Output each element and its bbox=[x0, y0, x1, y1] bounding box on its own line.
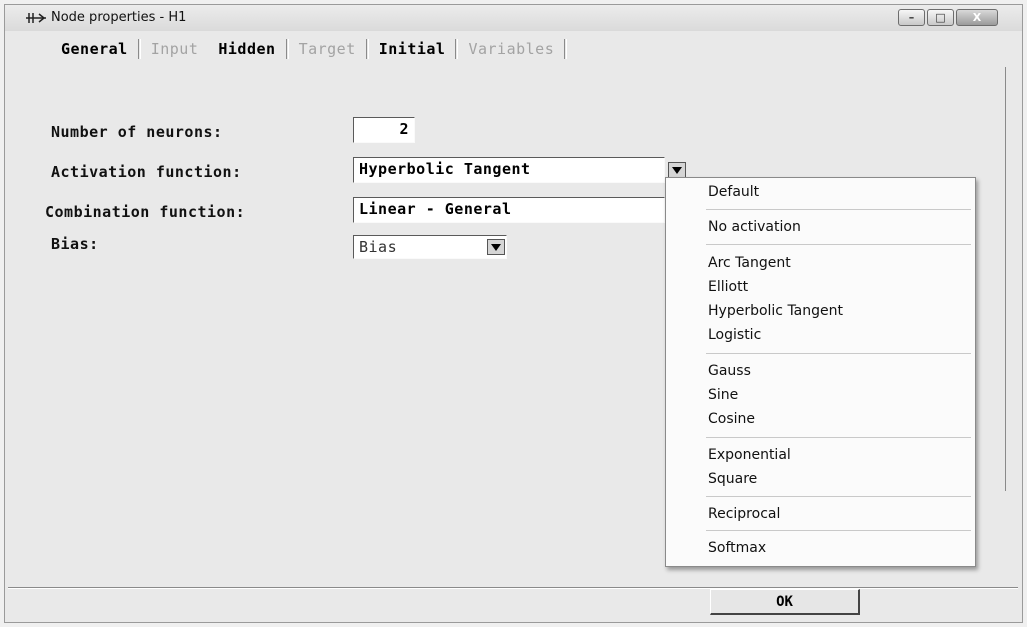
bias-label: Bias: bbox=[51, 235, 99, 253]
menu-separator bbox=[706, 496, 971, 497]
menu-item-exponential[interactable]: Exponential bbox=[708, 447, 791, 463]
tab-target[interactable]: Target bbox=[289, 40, 366, 58]
menu-separator bbox=[706, 209, 971, 210]
menu-separator bbox=[706, 353, 971, 354]
activation-dropdown-arrow-icon[interactable] bbox=[668, 162, 686, 178]
combination-label: Combination function: bbox=[45, 203, 246, 221]
menu-separator bbox=[706, 530, 971, 531]
node-properties-window: Node properties - H1 – □ X General Input… bbox=[4, 4, 1023, 623]
tab-input[interactable]: Input bbox=[141, 40, 209, 58]
tab-bar: General Input Hidden Target Initial Vari… bbox=[51, 35, 568, 63]
menu-item-softmax[interactable]: Softmax bbox=[708, 540, 766, 556]
maximize-button[interactable]: □ bbox=[927, 9, 954, 26]
menu-item-square[interactable]: Square bbox=[708, 471, 757, 487]
menu-separator bbox=[706, 244, 971, 245]
menu-item-gauss[interactable]: Gauss bbox=[708, 363, 751, 379]
neurons-label: Number of neurons: bbox=[51, 123, 223, 141]
activation-dropdown-menu: Default No activation Arc Tangent Elliot… bbox=[665, 177, 976, 567]
bias-select[interactable]: Bias bbox=[353, 235, 507, 259]
bias-dropdown-arrow-icon[interactable] bbox=[487, 239, 505, 255]
tab-hidden[interactable]: Hidden bbox=[208, 40, 285, 58]
footer-divider bbox=[8, 587, 1018, 589]
menu-item-default[interactable]: Default bbox=[708, 184, 759, 200]
tab-initial[interactable]: Initial bbox=[369, 40, 456, 58]
combination-select[interactable]: Linear - General bbox=[353, 197, 665, 223]
close-button[interactable]: X bbox=[956, 9, 998, 26]
tab-separator bbox=[564, 39, 568, 59]
menu-item-no-activation[interactable]: No activation bbox=[708, 219, 801, 235]
neurons-input[interactable]: 2 bbox=[353, 117, 415, 143]
ok-button[interactable]: OK bbox=[710, 589, 860, 615]
menu-item-logistic[interactable]: Logistic bbox=[708, 327, 761, 343]
title-bar[interactable]: Node properties - H1 – □ X bbox=[5, 5, 1022, 31]
menu-item-cosine[interactable]: Cosine bbox=[708, 411, 755, 427]
activation-label: Activation function: bbox=[51, 163, 242, 181]
node-app-icon bbox=[26, 13, 46, 23]
menu-item-sine[interactable]: Sine bbox=[708, 387, 738, 403]
menu-item-hyperbolic-tangent[interactable]: Hyperbolic Tangent bbox=[708, 303, 843, 319]
menu-separator bbox=[706, 437, 971, 438]
tab-general[interactable]: General bbox=[51, 40, 138, 58]
menu-item-elliott[interactable]: Elliott bbox=[708, 279, 748, 295]
tab-variables[interactable]: Variables bbox=[458, 40, 564, 58]
menu-item-arc-tangent[interactable]: Arc Tangent bbox=[708, 255, 791, 271]
activation-select[interactable]: Hyperbolic Tangent bbox=[353, 157, 665, 183]
menu-item-reciprocal[interactable]: Reciprocal bbox=[708, 506, 780, 522]
window-title: Node properties - H1 bbox=[51, 10, 187, 25]
minimize-button[interactable]: – bbox=[898, 9, 925, 26]
